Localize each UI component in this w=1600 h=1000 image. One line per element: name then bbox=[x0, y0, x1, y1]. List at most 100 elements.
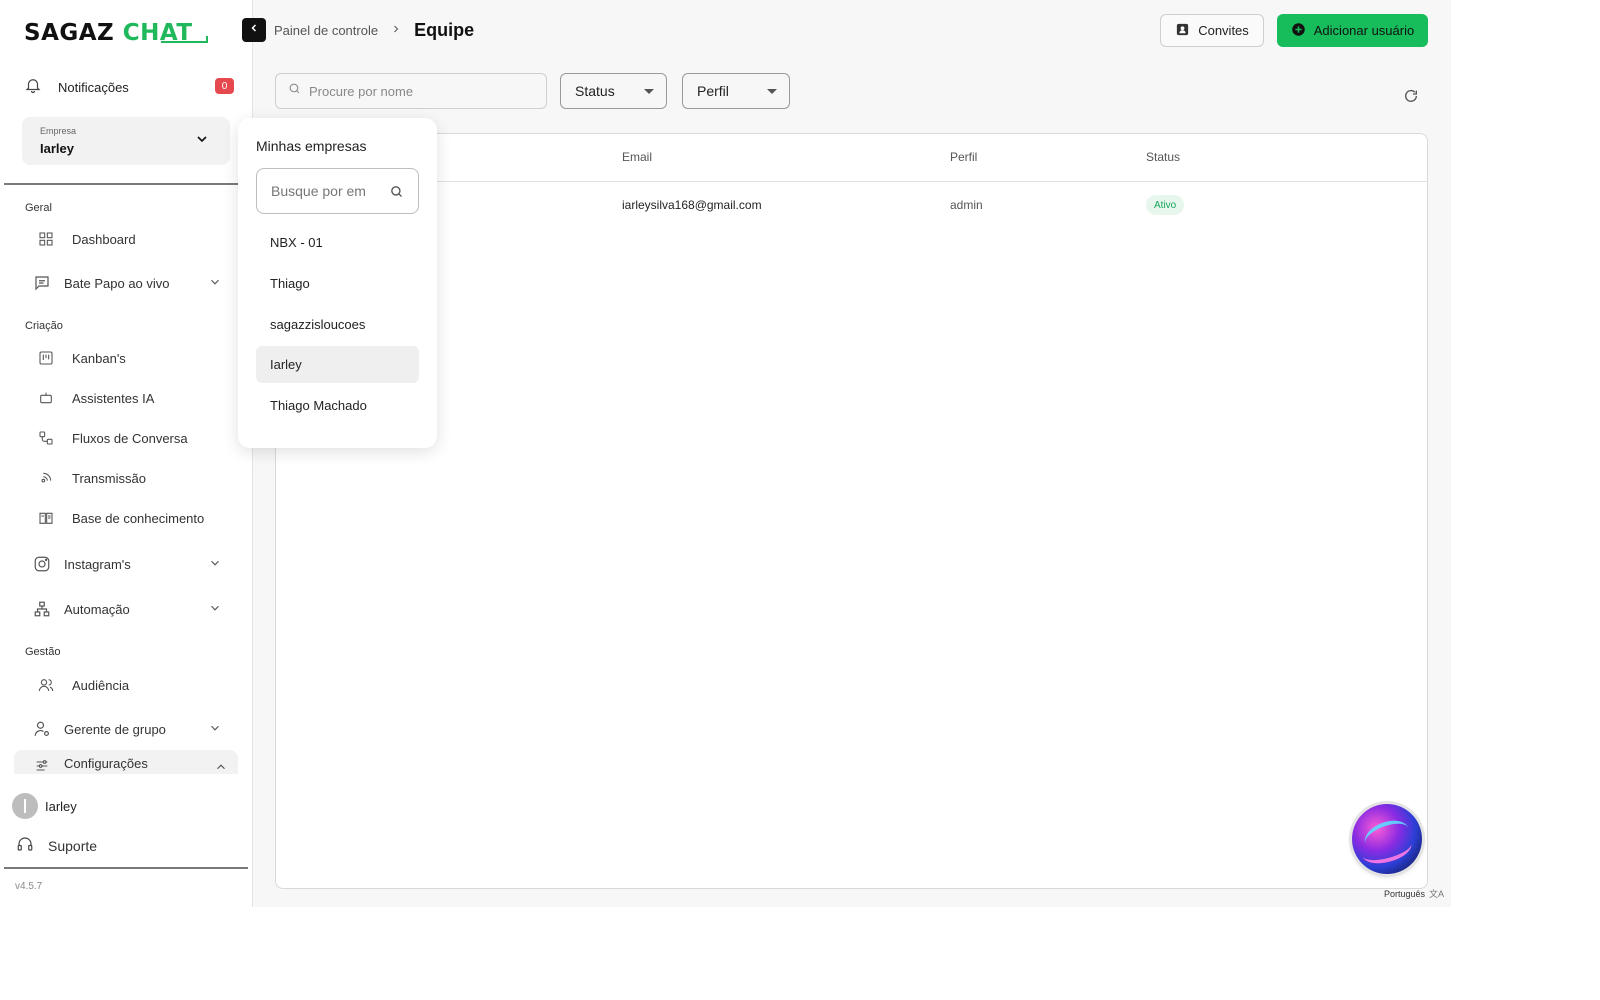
translate-icon: 文A bbox=[1429, 889, 1445, 899]
company-option-selected[interactable]: Iarley bbox=[256, 346, 419, 383]
notifications-count-badge: 0 bbox=[215, 78, 234, 94]
sidebar-item-label: Kanban's bbox=[72, 350, 126, 366]
sidebar-item-label: Assistentes IA bbox=[72, 390, 155, 406]
sidebar-item-base[interactable]: Base de conhecimento bbox=[36, 503, 236, 533]
status-badge: Ativo bbox=[1146, 195, 1185, 215]
notifications-label: Notificações bbox=[58, 79, 129, 95]
sidebar-item-label: Bate Papo ao vivo bbox=[64, 275, 170, 291]
plus-circle-icon bbox=[1291, 22, 1306, 40]
chevron-down-icon bbox=[208, 601, 222, 618]
sidebar-divider-bottom bbox=[4, 867, 248, 869]
company-option[interactable]: sagazzisloucoes bbox=[256, 306, 419, 343]
invites-button[interactable]: Convites bbox=[1160, 14, 1264, 47]
book-icon bbox=[36, 508, 56, 528]
sidebar-item-gerente[interactable]: Gerente de grupo bbox=[32, 714, 232, 744]
company-option[interactable]: Thiago Machado bbox=[256, 387, 419, 424]
chevron-down-icon bbox=[208, 721, 222, 738]
logo-underline bbox=[161, 36, 208, 43]
chevron-right-icon bbox=[390, 22, 402, 40]
status-filter-label: Status bbox=[575, 83, 615, 99]
cell-perfil: admin bbox=[950, 198, 983, 212]
sidebar-item-label: Automação bbox=[64, 601, 130, 617]
contact-card-icon bbox=[1175, 22, 1190, 40]
column-header-status: Status bbox=[1146, 150, 1181, 164]
brand-logo: SAGAZ CHAT bbox=[24, 20, 208, 46]
bell-icon bbox=[24, 76, 42, 99]
status-filter-select[interactable]: Status bbox=[560, 73, 667, 109]
sidebar-item-automacao[interactable]: Automação bbox=[32, 594, 232, 624]
add-user-label: Adicionar usuário bbox=[1313, 23, 1415, 38]
company-selector[interactable]: Empresa Iarley bbox=[22, 117, 230, 165]
sidebar-item-instagram[interactable]: Instagram's bbox=[32, 549, 232, 579]
app-root: SAGAZ CHAT Notificações 0 Empresa Iarley… bbox=[0, 0, 1451, 907]
app-version: v4.5.7 bbox=[15, 881, 43, 892]
sidebar-item-kanbans[interactable]: Kanban's bbox=[36, 343, 236, 373]
sidebar-item-bate-papo[interactable]: Bate Papo ao vivo bbox=[32, 268, 232, 298]
language-label: Português bbox=[1384, 888, 1426, 899]
refresh-button[interactable] bbox=[1403, 88, 1419, 109]
ai-assistant-orb-button[interactable] bbox=[1352, 804, 1422, 874]
company-option[interactable]: Thiago bbox=[256, 265, 419, 302]
sidebar-divider bbox=[4, 183, 248, 185]
company-search-field[interactable] bbox=[256, 168, 419, 214]
broadcast-icon bbox=[36, 468, 56, 488]
flow-icon bbox=[36, 428, 56, 448]
sidebar-item-audiencia[interactable]: Audiência bbox=[36, 670, 236, 700]
sliders-icon bbox=[32, 756, 52, 774]
sidebar-item-assistentes[interactable]: Assistentes IA bbox=[36, 383, 236, 413]
support-label: Suporte bbox=[48, 837, 98, 854]
add-user-button[interactable]: Adicionar usuário bbox=[1277, 14, 1428, 47]
sidebar-item-transmissao[interactable]: Transmissão bbox=[36, 463, 236, 493]
search-icon bbox=[288, 82, 301, 100]
sidebar-item-label: Base de conhecimento bbox=[72, 510, 205, 526]
dropdown-arrow-icon bbox=[644, 89, 654, 94]
user-profile[interactable]: Iarley bbox=[12, 793, 77, 819]
breadcrumb: Painel de controle Equipe bbox=[274, 20, 474, 41]
column-header-email: Email bbox=[622, 150, 653, 164]
section-geral: Geral bbox=[25, 202, 52, 214]
dropdown-arrow-icon bbox=[767, 89, 777, 94]
instagram-icon bbox=[32, 554, 52, 574]
avatar bbox=[12, 793, 38, 819]
search-field[interactable] bbox=[275, 73, 547, 109]
dropdown-title: Minhas empresas bbox=[256, 138, 367, 154]
users-icon bbox=[36, 675, 56, 695]
sidebar-item-label: Transmissão bbox=[72, 470, 146, 486]
perfil-filter-label: Perfil bbox=[697, 83, 729, 99]
chevron-left-icon bbox=[248, 21, 260, 39]
perfil-filter-select[interactable]: Perfil bbox=[682, 73, 790, 109]
automation-icon bbox=[32, 599, 52, 619]
company-search-input[interactable] bbox=[271, 183, 383, 199]
user-name: Iarley bbox=[45, 798, 77, 814]
support-item[interactable]: Suporte bbox=[16, 835, 97, 856]
search-input[interactable] bbox=[309, 83, 529, 99]
breadcrumb-parent[interactable]: Painel de controle bbox=[274, 23, 378, 38]
sidebar-item-label: Instagram's bbox=[64, 556, 131, 572]
kanban-icon bbox=[36, 348, 56, 368]
user-settings-icon bbox=[32, 719, 52, 739]
search-icon bbox=[389, 184, 404, 204]
language-selector[interactable]: Português 文A bbox=[1384, 887, 1444, 900]
headset-icon bbox=[16, 835, 34, 856]
section-gestao: Gestão bbox=[25, 646, 61, 658]
sidebar-item-configuracoes[interactable]: Configurações bbox=[14, 750, 238, 774]
bot-icon bbox=[36, 388, 56, 408]
chevron-up-icon bbox=[214, 760, 228, 774]
sidebar-item-label: Dashboard bbox=[72, 231, 136, 247]
sidebar-item-fluxos[interactable]: Fluxos de Conversa bbox=[36, 423, 236, 453]
chevron-down-icon bbox=[208, 556, 222, 573]
column-header-perfil: Perfil bbox=[950, 150, 978, 164]
sidebar-item-label: Gerente de grupo bbox=[64, 721, 166, 737]
dashboard-icon bbox=[36, 229, 56, 249]
company-caption: Empresa bbox=[40, 126, 77, 136]
notifications-item[interactable]: Notificações 0 bbox=[24, 70, 234, 104]
brand-logo-part1: SAGAZ bbox=[24, 20, 123, 46]
refresh-icon bbox=[1403, 89, 1419, 108]
sidebar-item-dashboard[interactable]: Dashboard bbox=[36, 224, 236, 254]
company-option[interactable]: NBX - 01 bbox=[256, 224, 419, 261]
sidebar-item-label: Fluxos de Conversa bbox=[72, 430, 188, 446]
company-dropdown: Minhas empresas NBX - 01 Thiago sagazzis… bbox=[238, 118, 437, 448]
sidebar: SAGAZ CHAT Notificações 0 Empresa Iarley… bbox=[0, 0, 253, 907]
collapse-sidebar-button[interactable] bbox=[242, 18, 266, 42]
table-header: Email Perfil Status bbox=[276, 134, 1427, 182]
